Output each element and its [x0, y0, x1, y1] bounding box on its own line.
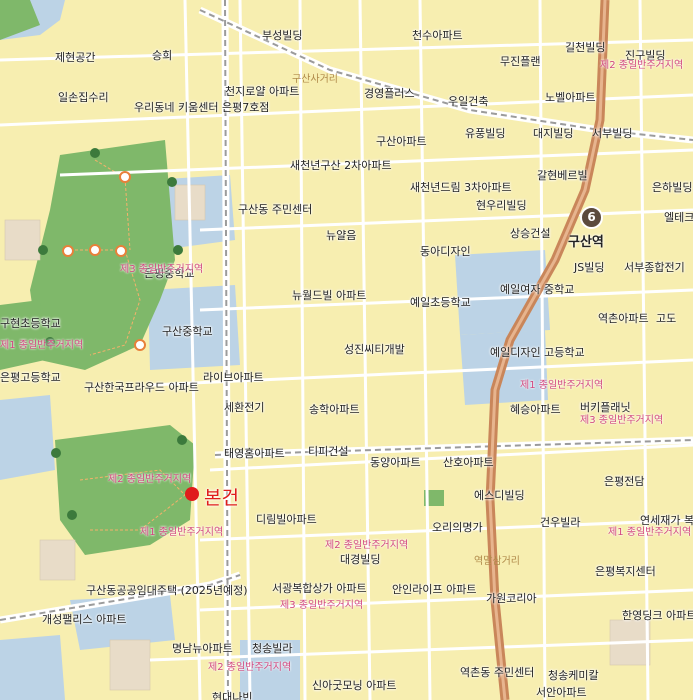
poi-label[interactable]: 노벨아파트 [545, 91, 596, 105]
poi-label[interactable]: 역촌아파트 [598, 312, 649, 326]
poi-label[interactable]: 라이브아파트 [203, 371, 264, 385]
poi-label[interactable]: 세환전기 [224, 401, 264, 415]
poi-label[interactable]: 우일건축 [448, 95, 488, 109]
poi-label[interactable]: 무진플랜 [500, 55, 540, 69]
poi-label[interactable]: 역촌동 주민센터 [460, 666, 534, 680]
poi-label[interactable]: 구산동 주민센터 [238, 203, 312, 217]
poi-label[interactable]: 명남뉴아파트 [172, 642, 233, 656]
poi-label[interactable]: 한영딩크 아파트 [622, 609, 693, 623]
zone-label: 제3 종일반주거지역 [580, 415, 664, 426]
zone-label: 제2 종일반주거지역 [208, 662, 292, 673]
poi-label[interactable]: 은평전담 [604, 475, 644, 489]
poi-label[interactable]: 은평복지센터 [595, 565, 656, 579]
property-marker-icon[interactable] [185, 487, 199, 501]
poi-label[interactable]: 구산한국프라우드 아파트 [84, 381, 199, 395]
map-canvas[interactable]: 부성빌딩 천수아파트 길천빌딩 진구빌딩 승희 무진플랜 제현공간 천지로얄 아파트 경영플러스… [0, 0, 693, 700]
poi-label[interactable]: 연세재가 복지센터 [640, 514, 693, 528]
poi-label[interactable]: 새천년구산 2차아파트 [290, 159, 392, 173]
property-marker-label: 본건 [204, 487, 239, 509]
poi-label[interactable]: 대경빌딩 [340, 553, 380, 567]
poi-label[interactable]: 현대나빈 [212, 691, 252, 700]
poi-label[interactable]: 현우리빌딩 [476, 199, 527, 213]
poi-label[interactable]: 승희 [152, 49, 172, 63]
zone-label: 제2 종일반주거지역 [108, 474, 192, 485]
poi-label[interactable]: 디림빌아파트 [256, 513, 317, 527]
poi-label[interactable]: 일손집수리 [58, 91, 109, 105]
poi-label[interactable]: 우리동네 키움센터 은평7호점 [134, 101, 269, 115]
road-label: 구산사거리 [292, 74, 338, 85]
poi-label[interactable]: 티피건설 [308, 445, 348, 459]
poi-label[interactable]: 구산동공공임대주택 (2025년예정) [86, 584, 248, 598]
poi-label[interactable]: 가원코리아 [486, 592, 537, 606]
zone-label: 제2 종일반주거지역 [325, 540, 409, 551]
poi-label[interactable]: 천지로얄 아파트 [225, 85, 299, 99]
poi-label[interactable]: 예일디자인 고등학교 [490, 346, 585, 360]
poi-label[interactable]: 예일여자 중학교 [500, 283, 574, 297]
poi-label[interactable]: 구산아파트 [376, 135, 427, 149]
poi-label[interactable]: 성진씨티개발 [344, 343, 405, 357]
poi-label[interactable]: 엘테크 [664, 211, 693, 225]
poi-label[interactable]: 버키플래닛 [580, 401, 631, 415]
poi-label[interactable]: 은평고등학교 [0, 371, 61, 385]
poi-label[interactable]: 서안아파트 [536, 686, 587, 700]
poi-label[interactable]: 태영홈아파트 [224, 447, 285, 461]
poi-label[interactable]: 부성빌딩 [262, 29, 302, 43]
poi-label[interactable]: 유풍빌딩 [465, 127, 505, 141]
poi-label[interactable]: 동아디자인 [420, 245, 471, 259]
poi-label[interactable]: 서부빌딩 [592, 127, 632, 141]
poi-label[interactable]: 경영플러스 [364, 87, 415, 101]
zone-label: 제1 종일반주거지역 [140, 527, 224, 538]
poi-label[interactable]: 건우빌라 [540, 516, 580, 530]
poi-label[interactable]: 은하빌딩 [652, 181, 692, 195]
poi-label[interactable]: 천수아파트 [412, 29, 463, 43]
poi-label[interactable]: 송학아파트 [309, 403, 360, 417]
poi-label[interactable]: 갈현베르빌 [537, 169, 588, 183]
poi-label[interactable]: 제현공간 [55, 51, 95, 65]
poi-label[interactable]: 개성팰리스 아파트 [42, 613, 126, 627]
poi-label[interactable]: 뉴얄음 [326, 229, 356, 243]
poi-label[interactable]: JS빌딩 [574, 261, 604, 275]
poi-label[interactable]: 상승건설 [510, 227, 550, 241]
poi-label[interactable]: 동양아파트 [370, 456, 421, 470]
zone-label: 제2 종일반주거지역 [600, 60, 684, 71]
zone-label: 제1 종일반주거지역 [0, 340, 84, 351]
zone-label: 제3 종일반주거지역 [280, 600, 364, 611]
road-label: 역말삼거리 [474, 556, 520, 567]
zone-label: 제1 종일반주거지역 [520, 380, 604, 391]
zone-label: 제1 종일반주거지역 [608, 527, 692, 538]
poi-label[interactable]: 에스디빌딩 [474, 489, 525, 503]
poi-label[interactable]: 새천년드림 3차아파트 [410, 181, 512, 195]
poi-label[interactable]: 길천빌딩 [565, 41, 605, 55]
station-name-label[interactable]: 구산역 [568, 231, 604, 250]
poi-label[interactable]: 오리의명가 [432, 521, 483, 535]
poi-label[interactable]: 구현초등학교 [0, 317, 61, 331]
poi-label[interactable]: 혜승아파트 [510, 403, 561, 417]
poi-label[interactable]: 서광복합상가 아파트 [272, 582, 367, 596]
poi-label[interactable]: 청송케미칼 [548, 669, 599, 683]
subway-line-badge[interactable]: 6 [580, 206, 603, 229]
poi-label[interactable]: 대지빌딩 [533, 127, 573, 141]
zone-label: 제3 종일반주거지역 [120, 264, 204, 275]
poi-label[interactable]: 청송빌라 [252, 642, 292, 656]
poi-label[interactable]: 고도 [656, 312, 676, 326]
poi-label[interactable]: 뉴월드빌 아파트 [292, 289, 366, 303]
poi-label[interactable]: 신아굿모닝 아파트 [312, 679, 396, 693]
poi-label[interactable]: 예일초등학교 [410, 296, 471, 310]
poi-label[interactable]: 안인라이프 아파트 [392, 583, 476, 597]
poi-label[interactable]: 구산중학교 [162, 325, 213, 339]
poi-label[interactable]: 서부종합전기 [624, 261, 685, 275]
poi-label[interactable]: 산호아파트 [443, 456, 494, 470]
